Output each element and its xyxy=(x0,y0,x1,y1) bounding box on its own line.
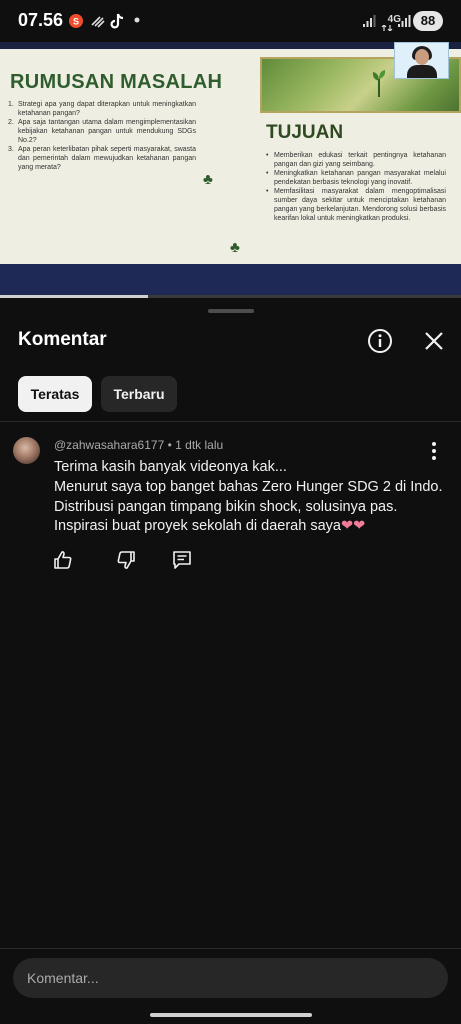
info-icon[interactable] xyxy=(367,328,393,354)
comment-time: 1 dtk lalu xyxy=(175,438,224,452)
presenter-camera xyxy=(394,42,449,79)
divider xyxy=(0,421,461,422)
problem-item: 2. Apa saja tantangan utama dalam mengimp… xyxy=(8,119,196,144)
heart-emoji: ❤❤ xyxy=(340,518,366,535)
comment-author[interactable]: @zahwasahara6177 xyxy=(54,438,164,452)
goals-title: TUJUAN xyxy=(266,122,344,143)
divider xyxy=(0,948,461,949)
comment-body: Terima kasih banyak videonya kak... Menu… xyxy=(54,458,443,537)
slide-title: RUMUSAN MASALAH xyxy=(10,71,223,93)
video-player[interactable]: RUMUSAN MASALAH 1. Strategi apa yang dapa… xyxy=(0,42,461,298)
progress-bar[interactable] xyxy=(0,295,461,298)
sheet-title: Komentar xyxy=(18,329,107,350)
clover-icon: ♣ xyxy=(203,171,213,188)
notification-dot-icon xyxy=(134,17,140,23)
comment-input[interactable] xyxy=(13,958,448,998)
sprout-icon xyxy=(372,70,386,97)
comment-line: Terima kasih banyak videonya kak... xyxy=(54,459,287,475)
progress-fill xyxy=(0,295,148,298)
comment-line: Menurut saya top banget bahas Zero Hunge… xyxy=(54,478,443,495)
tiktok-icon xyxy=(110,13,124,29)
status-bar: 07.56 S 4G 88 xyxy=(0,0,461,42)
slide-footer xyxy=(0,264,461,298)
comment-line: Inspirasi buat proyek sekolah di daerah … xyxy=(54,518,366,535)
drag-handle[interactable] xyxy=(208,309,254,313)
dislike-icon[interactable] xyxy=(115,549,137,571)
goal-item: Meningkatkan ketahanan pangan masyarakat… xyxy=(266,170,446,188)
reply-icon[interactable] xyxy=(171,549,193,571)
home-indicator[interactable] xyxy=(150,1013,312,1017)
svg-text:S: S xyxy=(73,17,79,27)
close-icon[interactable] xyxy=(421,328,447,354)
presentation-slide: RUMUSAN MASALAH 1. Strategi apa yang dapa… xyxy=(0,49,461,298)
comment-line: Distribusi pangan timpang bikin shock, s… xyxy=(54,498,398,515)
shopee-icon: S xyxy=(69,14,83,28)
problem-item: 1. Strategi apa yang dapat diterapkan unt… xyxy=(8,101,196,117)
goal-item: Memberikan edukasi terkait pentingnya ke… xyxy=(266,152,446,170)
goal-list: Memberikan edukasi terkait pentingnya ke… xyxy=(266,152,446,224)
clock: 07.56 xyxy=(18,10,64,30)
avatar[interactable] xyxy=(13,437,40,464)
clover-icon: ♣ xyxy=(230,239,240,256)
data-icon xyxy=(381,25,393,31)
signal-icon-2 xyxy=(398,15,411,27)
signal-icon xyxy=(363,15,376,27)
muted-icon xyxy=(91,16,105,28)
tab-newest[interactable]: Terbaru xyxy=(101,376,177,412)
tab-top[interactable]: Teratas xyxy=(18,376,92,412)
problem-item: 3. Apa peran keterlibatan pihak seperti m… xyxy=(8,146,196,171)
goal-item: Memfasilitasi masyarakat dalam mengoptim… xyxy=(266,188,446,223)
comments-sheet: Komentar Teratas Terbaru @zahwasahara617… xyxy=(0,300,461,1024)
comment-meta: @zahwasahara6177 • 1 dtk lalu xyxy=(54,438,223,452)
battery-indicator: 88 xyxy=(413,11,443,31)
problem-list: 1. Strategi apa yang dapat diterapkan unt… xyxy=(8,101,196,173)
like-icon[interactable] xyxy=(52,549,74,571)
